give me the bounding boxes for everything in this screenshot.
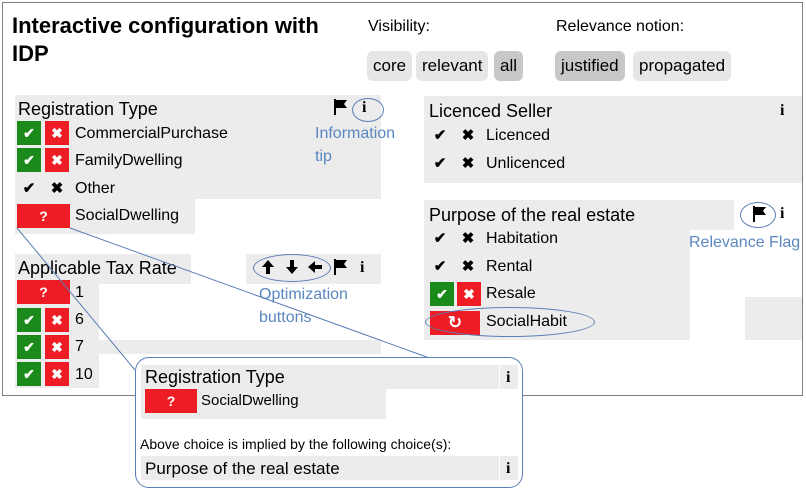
- popup-value: SocialDwelling: [201, 392, 299, 409]
- popup-title: Registration Type: [145, 367, 285, 387]
- popup-message: Above choice is implied by the following…: [140, 436, 452, 452]
- info-icon[interactable]: i: [506, 460, 510, 478]
- info-icon[interactable]: i: [506, 369, 510, 387]
- explanation-popup: Registration Type i ? SocialDwelling Abo…: [135, 357, 523, 488]
- popup-implied-by: Purpose of the real estate: [145, 459, 340, 478]
- unknown-value-button[interactable]: ?: [145, 389, 197, 413]
